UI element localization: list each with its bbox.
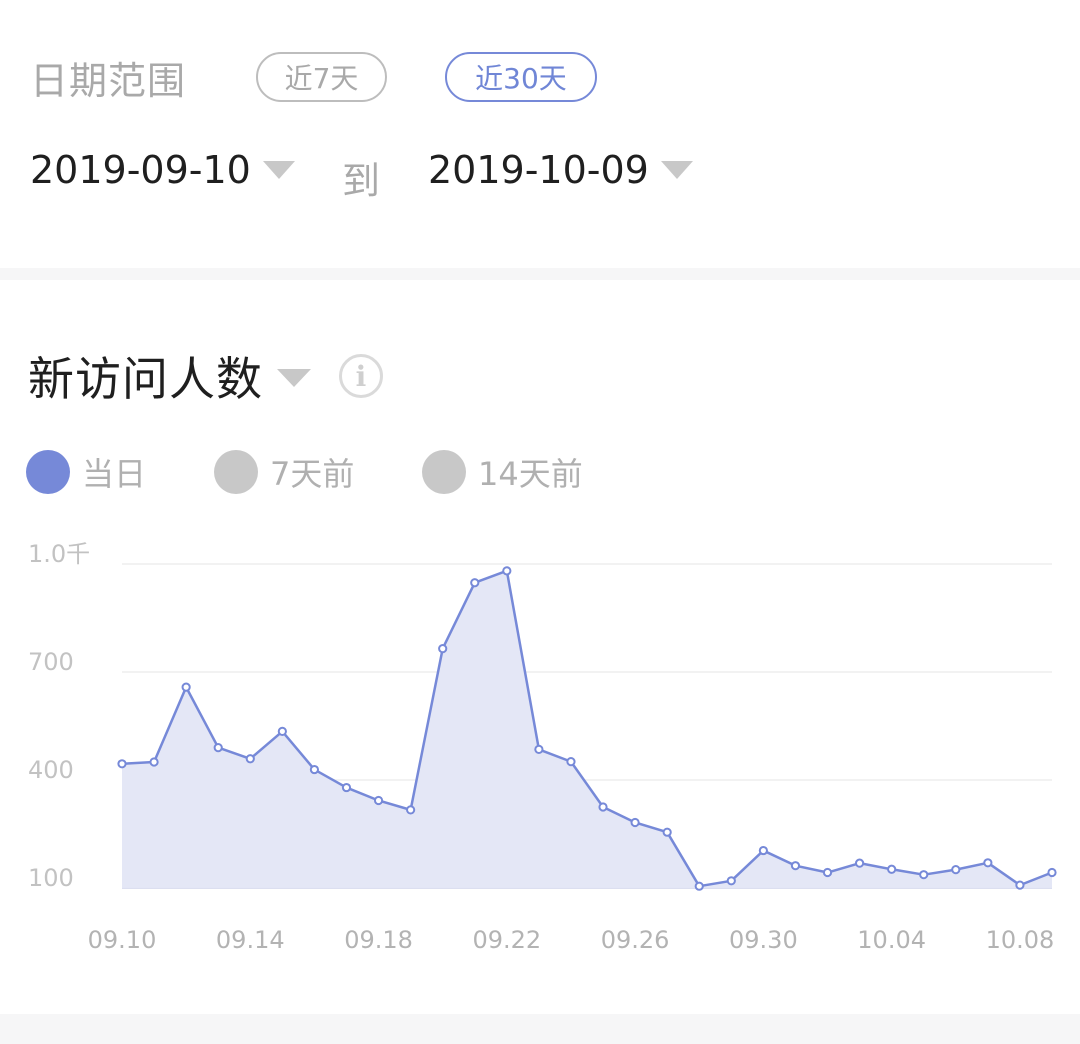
data-point xyxy=(438,644,448,654)
x-tick-label: 10.08 xyxy=(986,926,1055,954)
date-picker-row: 2019-09-10 到 2019-10-09 xyxy=(30,148,1030,203)
data-point xyxy=(534,744,544,754)
data-point xyxy=(502,566,512,576)
x-tick-label: 09.10 xyxy=(88,926,157,954)
end-date-picker[interactable]: 2019-10-09 xyxy=(428,148,693,192)
x-tick-label: 09.14 xyxy=(216,926,285,954)
data-point xyxy=(213,743,223,753)
section-divider xyxy=(0,268,1080,280)
legend-label: 14天前 xyxy=(478,455,583,493)
preset-30-days-button[interactable]: 近30天 xyxy=(445,52,597,102)
legend-item-7-days-ago[interactable]: 7天前 xyxy=(214,450,354,494)
x-tick-label: 09.18 xyxy=(344,926,413,954)
x-tick-label: 09.22 xyxy=(472,926,541,954)
section-divider xyxy=(0,1014,1080,1044)
preset-7-days-button[interactable]: 近7天 xyxy=(256,52,387,102)
start-date-value: 2019-09-10 xyxy=(30,148,251,192)
data-point xyxy=(309,764,320,775)
data-point xyxy=(181,682,191,692)
data-point xyxy=(919,870,929,880)
x-tick-label: 09.30 xyxy=(729,926,798,954)
data-point xyxy=(983,858,993,868)
end-date-value: 2019-10-09 xyxy=(428,148,649,192)
data-point xyxy=(951,865,961,875)
data-point xyxy=(470,578,480,588)
data-point xyxy=(406,805,416,815)
chevron-down-icon xyxy=(660,161,693,179)
legend-label: 当日 xyxy=(82,455,147,493)
data-point xyxy=(1047,867,1057,878)
new-visitors-chart: 100 400 700 1.0千 09.10 09.14 09.18 09.22 09.26 09… xyxy=(28,540,1057,954)
chevron-down-icon xyxy=(262,161,295,179)
chevron-down-icon[interactable] xyxy=(277,369,311,387)
legend-label: 7天前 xyxy=(270,455,355,493)
data-point xyxy=(373,795,384,806)
data-point xyxy=(887,864,897,874)
start-date-picker[interactable]: 2019-09-10 xyxy=(30,148,295,192)
data-point xyxy=(245,754,255,764)
y-tick-label: 400 xyxy=(28,756,74,784)
y-tick-label: 1.0千 xyxy=(28,540,90,568)
info-icon[interactable]: i xyxy=(339,354,383,398)
legend-item-14-days-ago[interactable]: 14天前 xyxy=(422,450,583,494)
metric-selector[interactable]: 新访问人数 xyxy=(28,343,263,409)
data-point xyxy=(630,817,640,828)
legend-item-today[interactable]: 当日 xyxy=(26,450,146,494)
date-range-row: 日期范围 xyxy=(30,50,186,104)
page-root: 日期范围 近7天 近30天 2019-09-10 到 2019-10-09 新访… xyxy=(0,0,1080,1044)
data-point xyxy=(277,726,287,736)
data-point xyxy=(726,876,736,886)
data-point xyxy=(341,782,352,793)
data-point xyxy=(1015,880,1025,890)
data-point xyxy=(790,861,801,871)
legend-dot-icon xyxy=(214,450,258,494)
data-point xyxy=(149,757,159,767)
metric-header: 新访问人数 i xyxy=(28,344,383,408)
data-point xyxy=(854,858,865,868)
data-point xyxy=(598,802,608,812)
legend-dot-icon xyxy=(422,450,466,494)
y-tick-label: 100 xyxy=(28,864,74,892)
series-area xyxy=(122,570,1052,888)
x-tick-label: 09.26 xyxy=(601,926,670,954)
data-point xyxy=(758,845,768,856)
y-tick-label: 700 xyxy=(28,648,74,676)
legend-dot-icon xyxy=(26,450,70,494)
date-separator: 到 xyxy=(342,159,381,203)
data-point xyxy=(566,757,576,767)
data-point xyxy=(662,827,672,837)
data-point xyxy=(117,759,127,769)
data-point xyxy=(694,881,704,891)
x-tick-label: 10.04 xyxy=(857,926,926,954)
data-point xyxy=(822,867,833,878)
date-range-label: 日期范围 xyxy=(30,58,187,103)
